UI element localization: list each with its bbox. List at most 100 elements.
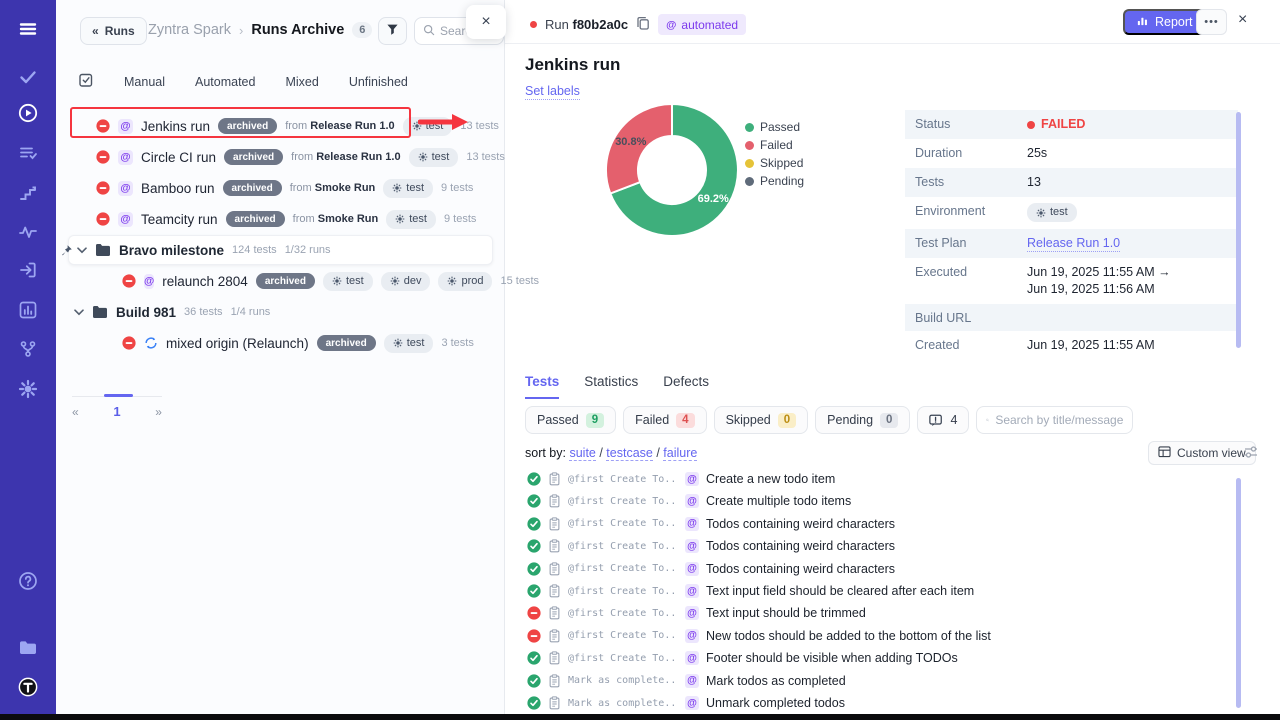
chevron-down-icon[interactable] [74, 309, 84, 316]
test-row[interactable]: Mark as complete...@Unmark completed tod… [505, 692, 1265, 714]
pagination-prev-button[interactable]: « [72, 405, 79, 419]
run-row[interactable]: @Circle CI runarchivedfrom Release Run 1… [56, 142, 505, 172]
mixed-origin-icon [144, 336, 158, 350]
test-row[interactable]: @first Create To...@Create multiple todo… [505, 490, 1265, 512]
sort-link-failure[interactable]: failure [663, 446, 697, 461]
passed-status-icon [527, 472, 541, 486]
filter-skipped-button[interactable]: Skipped0 [714, 406, 809, 434]
testcase-clipboard-icon [548, 539, 561, 553]
details-scrollbar[interactable] [1236, 112, 1241, 348]
run-row[interactable]: @Teamcity runarchivedfrom Smoke Runtest9… [56, 204, 505, 234]
tab-automated[interactable]: Automated [195, 75, 255, 89]
legend-item-failed[interactable]: Failed [745, 138, 804, 152]
run-name: Circle CI run [141, 150, 216, 165]
automated-icon: @ [685, 494, 699, 508]
automated-icon: @ [685, 629, 699, 643]
tab-statistics[interactable]: Statistics [584, 374, 638, 399]
env-tag: test [403, 117, 453, 136]
activity-pulse-icon[interactable] [17, 221, 39, 243]
run-row[interactable]: @relaunch 2804archivedtestdevprod15 test… [56, 266, 505, 296]
branch-icon[interactable] [17, 338, 39, 360]
legend-item-pending[interactable]: Pending [745, 174, 804, 188]
automated-icon: @ [685, 517, 699, 531]
test-suite-name: Mark as complete... [568, 698, 678, 709]
tab-manual[interactable]: Manual [124, 75, 165, 89]
failed-status-icon [527, 629, 541, 643]
pagination-page-1[interactable]: 1 [113, 404, 120, 419]
legend-item-skipped[interactable]: Skipped [745, 156, 804, 170]
import-icon[interactable] [17, 259, 39, 281]
gear-icon [447, 276, 457, 286]
testcase-clipboard-icon [548, 651, 561, 665]
set-labels-link[interactable]: Set labels [525, 84, 580, 100]
custom-view-button[interactable]: Custom view [1148, 441, 1256, 465]
filter-comments-button[interactable]: 4 [917, 406, 969, 434]
tab-mixed[interactable]: Mixed [285, 75, 318, 89]
nav-rail [0, 0, 56, 714]
automated-icon: @ [118, 181, 133, 196]
test-row[interactable]: @first Create To...@Todos containing wei… [505, 558, 1265, 580]
bar-chart-icon[interactable] [17, 299, 39, 321]
folder-icon[interactable] [17, 637, 39, 659]
list-check-icon[interactable] [17, 142, 39, 164]
test-suite-name: @first Create To... [568, 474, 678, 485]
folder-name: Bravo milestone [119, 243, 224, 258]
detail-close-button[interactable]: × [1238, 12, 1247, 28]
folder-row[interactable]: Build 98136 tests1/4 runs [56, 297, 505, 327]
tab-defects[interactable]: Defects [663, 374, 709, 399]
test-row[interactable]: @first Create To...@New todos should be … [505, 625, 1265, 647]
help-icon[interactable] [17, 570, 39, 592]
tab-unfinished[interactable]: Unfinished [349, 75, 408, 89]
panel-close-button[interactable]: × [466, 5, 506, 39]
check-icon[interactable] [17, 66, 39, 88]
menu-icon[interactable] [17, 18, 39, 40]
more-options-button[interactable]: ••• [1196, 9, 1227, 35]
test-title: Todos containing weird characters [706, 562, 895, 576]
run-row[interactable]: @Bamboo runarchivedfrom Smoke Runtest9 t… [56, 173, 505, 203]
gear-icon [393, 338, 403, 348]
copy-icon[interactable] [636, 16, 650, 33]
gear-icon [392, 183, 402, 193]
filter-failed-button[interactable]: Failed4 [623, 406, 706, 434]
donut-slice-failed[interactable] [606, 104, 672, 194]
sort-link-testcase[interactable]: testcase [606, 446, 653, 461]
test-row[interactable]: @first Create To...@Footer should be vis… [505, 647, 1265, 669]
legend-item-passed[interactable]: Passed [745, 120, 804, 134]
folder-row[interactable]: Bravo milestone124 tests1/32 runs [68, 235, 493, 265]
run-row[interactable]: mixed origin (Relaunch)archivedtest3 tes… [56, 328, 505, 358]
test-row[interactable]: @first Create To...@Todos containing wei… [505, 513, 1265, 535]
test-plan-link[interactable]: Release Run 1.0 [1027, 236, 1120, 252]
legend-dot [745, 123, 754, 132]
app-logo[interactable] [17, 676, 39, 698]
pagination-next-button[interactable]: » [155, 405, 162, 419]
runs-play-icon[interactable] [17, 102, 39, 124]
filter-passed-button[interactable]: Passed9 [525, 406, 616, 434]
filter-button[interactable] [378, 17, 407, 45]
test-row[interactable]: @first Create To...@Todos containing wei… [505, 535, 1265, 557]
tab-tests[interactable]: Tests [525, 374, 559, 399]
report-button[interactable]: Report [1123, 9, 1206, 35]
back-to-runs-button[interactable]: «Runs [80, 17, 147, 45]
filter-pending-button[interactable]: Pending0 [815, 406, 910, 434]
sort-link-suite[interactable]: suite [569, 446, 595, 461]
env-tag: test [386, 210, 436, 229]
test-row[interactable]: @first Create To...@Create a new todo it… [505, 468, 1265, 490]
view-settings-icon[interactable] [1243, 444, 1259, 460]
chevron-down-icon[interactable] [77, 247, 87, 254]
executed-value: Jun 19, 2025 11:55 AM →Jun 19, 2025 11:5… [1027, 264, 1171, 298]
test-suite-name: @first Create To... [568, 563, 678, 574]
gear-icon[interactable] [17, 378, 39, 400]
automated-icon: @ [118, 212, 133, 227]
run-row[interactable]: @Jenkins runarchivedfrom Release Run 1.0… [56, 111, 505, 141]
steps-icon[interactable] [17, 182, 39, 204]
test-row[interactable]: @first Create To...@Text input should be… [505, 602, 1265, 624]
env-tag: dev [381, 272, 431, 291]
passed-status-icon [527, 584, 541, 598]
tests-search-input[interactable]: Search by title/message [976, 406, 1133, 434]
run-tests-count: 13 tests [460, 120, 499, 132]
breadcrumb-project[interactable]: Zyntra Spark [148, 22, 231, 38]
test-row[interactable]: @first Create To...@Text input field sho… [505, 580, 1265, 602]
select-all-icon[interactable] [78, 72, 94, 91]
test-suite-name: @first Create To... [568, 518, 678, 529]
test-row[interactable]: Mark as complete...@Mark todos as comple… [505, 670, 1265, 692]
